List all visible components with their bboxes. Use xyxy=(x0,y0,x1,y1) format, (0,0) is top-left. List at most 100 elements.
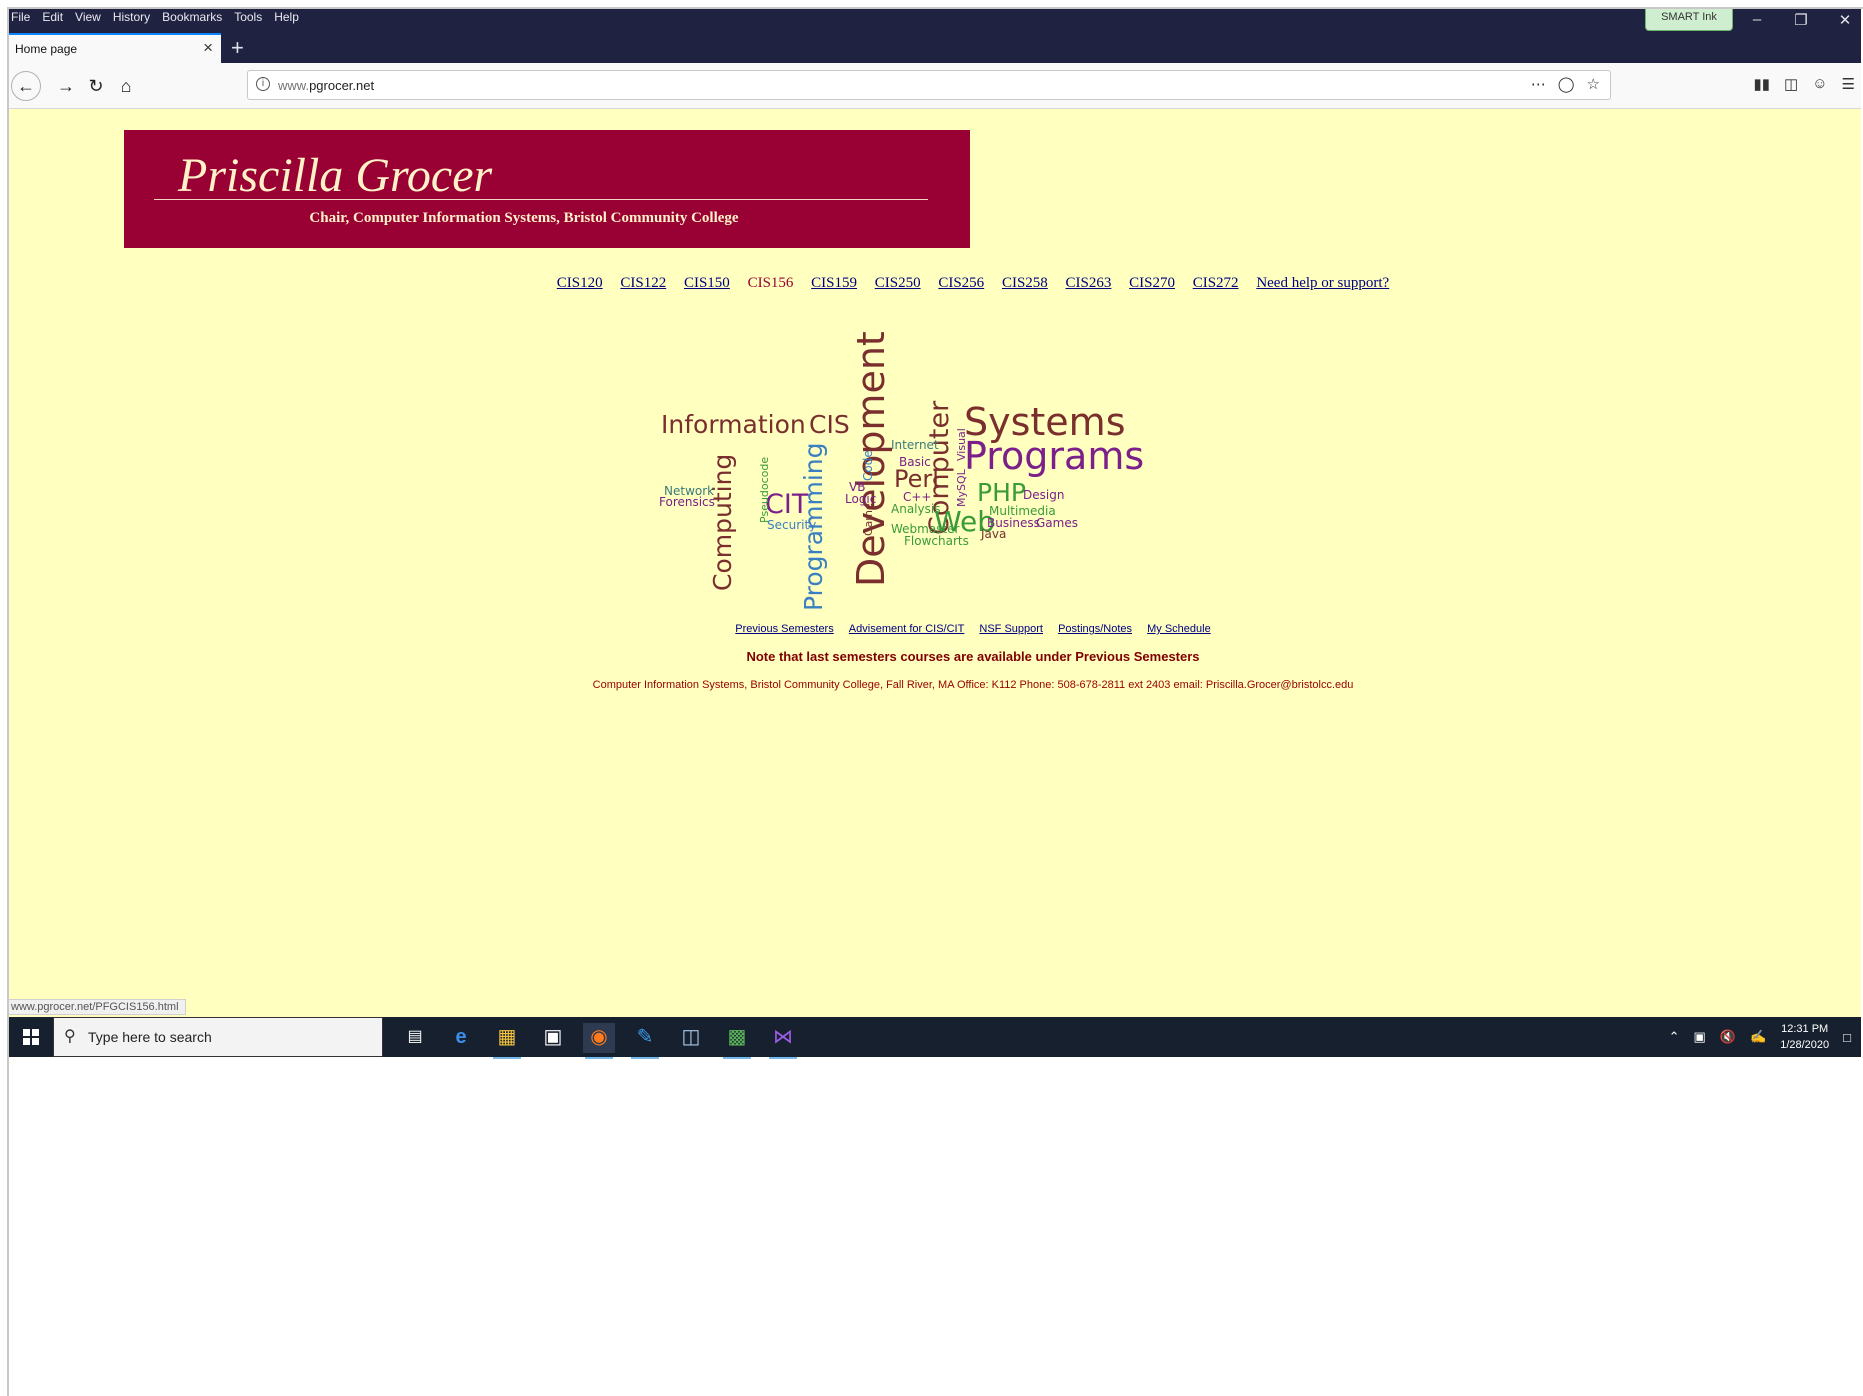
close-window-icon[interactable]: ✕ xyxy=(1825,11,1863,29)
course-link-cis258[interactable]: CIS258 xyxy=(1002,275,1048,291)
course-link-cis256[interactable]: CIS256 xyxy=(938,275,984,291)
cloud-word: Forensics xyxy=(659,495,715,509)
course-link-cis120[interactable]: CIS120 xyxy=(557,275,603,291)
minimize-icon[interactable]: – xyxy=(1737,11,1777,28)
menu-file[interactable]: File xyxy=(11,9,30,27)
search-placeholder: Type here to search xyxy=(88,1029,212,1045)
task-view-icon[interactable]: ▤ xyxy=(399,1023,431,1053)
account-icon[interactable]: ☺ xyxy=(1812,75,1827,93)
help-link[interactable]: Need help or support? xyxy=(1256,275,1389,291)
course-link-cis270[interactable]: CIS270 xyxy=(1129,275,1175,291)
cloud-word: Basic xyxy=(899,455,931,469)
pen-icon[interactable]: ✍ xyxy=(1750,1029,1766,1045)
clock-date: 1/28/2020 xyxy=(1780,1039,1830,1051)
course-link-cis150[interactable]: CIS150 xyxy=(684,275,730,291)
cloud-word: Games xyxy=(1036,516,1078,530)
cloud-word: Java xyxy=(980,527,1006,541)
cloud-word: MySQL xyxy=(955,468,968,507)
footer-links: Previous Semesters Advisement for CIS/CI… xyxy=(9,623,1861,635)
menu-bookmarks[interactable]: Bookmarks xyxy=(162,9,222,27)
cloud-word: Code xyxy=(861,450,875,481)
home-icon[interactable]: ⌂ xyxy=(111,71,141,101)
notifications-icon[interactable]: □ xyxy=(1843,1030,1851,1045)
start-button[interactable] xyxy=(9,1017,53,1057)
hamburger-menu-icon[interactable]: ☰ xyxy=(1842,75,1855,93)
menu-view[interactable]: View xyxy=(75,9,101,27)
site-info-icon[interactable]: i xyxy=(256,77,270,91)
back-icon[interactable]: ← xyxy=(11,71,41,101)
advisement-link[interactable]: Advisement for CIS/CIT xyxy=(849,623,965,635)
app-icon[interactable]: ◫ xyxy=(675,1023,707,1053)
url-text[interactable]: www.pgrocer.net xyxy=(278,78,374,93)
network-icon[interactable]: ▣ xyxy=(1694,1029,1706,1045)
volume-mute-icon[interactable]: 🔇 xyxy=(1720,1029,1736,1045)
cloud-word: Flowcharts xyxy=(904,534,969,548)
cloud-word: Design xyxy=(1023,488,1064,502)
semester-note: Note that last semesters courses are ava… xyxy=(746,649,1200,664)
cloud-word: Computing xyxy=(708,454,737,591)
header-banner: Priscilla Grocer Chair, Computer Informa… xyxy=(124,130,970,248)
pocket-icon[interactable]: ◯ xyxy=(1558,75,1575,93)
windows-taskbar: ⚲ Type here to search ▤ e ▦ ▣ ◉ ✎ ◫ ▩ ⋈ … xyxy=(9,1017,1861,1059)
notepad-icon[interactable]: ✎ xyxy=(629,1023,661,1059)
course-links: CIS120 CIS122 CIS150 CIS156 CIS159 CIS25… xyxy=(9,275,1861,292)
page-title: Priscilla Grocer xyxy=(178,149,493,202)
course-link-cis159[interactable]: CIS159 xyxy=(811,275,857,291)
previous-semesters-link[interactable]: Previous Semesters xyxy=(735,623,833,635)
address-bar[interactable]: i www.pgrocer.net ⋯ ◯ ☆ xyxy=(247,70,1611,100)
cloud-word: Security xyxy=(767,518,816,532)
sidebar-icon[interactable]: ◫ xyxy=(1784,75,1798,93)
cloud-word: VB xyxy=(849,480,865,494)
cloud-word: Visual xyxy=(955,428,968,461)
course-link-cis122[interactable]: CIS122 xyxy=(620,275,666,291)
banner-divider xyxy=(154,199,928,200)
cloud-word: Internet xyxy=(891,438,939,452)
menu-edit[interactable]: Edit xyxy=(42,9,63,27)
file-explorer-icon[interactable]: ▦ xyxy=(491,1023,523,1059)
menu-bar: File Edit View History Bookmarks Tools H… xyxy=(9,9,299,27)
smart-ink-toolbar[interactable]: SMART Ink xyxy=(1645,9,1733,31)
chevron-up-icon[interactable]: ⌃ xyxy=(1669,1029,1680,1045)
cloud-word: CIS xyxy=(809,410,850,439)
menu-tools[interactable]: Tools xyxy=(234,9,262,27)
clock-time: 12:31 PM xyxy=(1781,1023,1829,1035)
cloud-word: CIT xyxy=(765,489,809,520)
edge-icon[interactable]: e xyxy=(445,1023,477,1053)
status-url: www.pgrocer.net/PFGCIS156.html xyxy=(9,999,186,1015)
course-link-cis263[interactable]: CIS263 xyxy=(1066,275,1112,291)
postings-notes-link[interactable]: Postings/Notes xyxy=(1058,623,1132,635)
firefox-icon[interactable]: ◉ xyxy=(583,1023,615,1059)
tab-home-page[interactable]: Home page × xyxy=(9,33,221,63)
cloud-word: Analysis xyxy=(891,502,940,516)
system-tray: ⌃ ▣ 🔇 ✍ 12:31 PM 1/28/2020 □ xyxy=(1669,1017,1851,1057)
page-actions-icon[interactable]: ⋯ xyxy=(1531,75,1546,93)
forward-icon[interactable]: → xyxy=(51,71,81,101)
tab-title: Home page xyxy=(15,42,78,56)
nsf-support-link[interactable]: NSF Support xyxy=(979,623,1043,635)
bookmark-star-icon[interactable]: ☆ xyxy=(1587,75,1600,93)
store-icon[interactable]: ▣ xyxy=(537,1023,569,1053)
cloud-word: Information xyxy=(661,410,806,439)
new-tab-icon[interactable]: + xyxy=(231,35,244,61)
restore-icon[interactable]: ❐ xyxy=(1781,11,1821,29)
navigation-bar: ← → ↻ ⌂ i www.pgrocer.net ⋯ ◯ ☆ ▮▮ ◫ ☺ ☰ xyxy=(9,63,1861,109)
cloud-word: Pseudocode xyxy=(758,457,771,523)
library-icon[interactable]: ▮▮ xyxy=(1754,75,1771,93)
menu-help[interactable]: Help xyxy=(274,9,299,27)
contact-info: Computer Information Systems, Bristol Co… xyxy=(592,679,1354,691)
tab-close-icon[interactable]: × xyxy=(203,38,213,58)
visual-studio-icon[interactable]: ⋈ xyxy=(767,1023,799,1059)
clock[interactable]: 12:31 PM 1/28/2020 xyxy=(1780,1021,1829,1053)
course-link-cis272[interactable]: CIS272 xyxy=(1193,275,1239,291)
taskbar-search[interactable]: ⚲ Type here to search xyxy=(53,1017,383,1057)
cloud-word: Game xyxy=(862,503,875,536)
course-link-cis250[interactable]: CIS250 xyxy=(875,275,921,291)
course-link-cis156[interactable]: CIS156 xyxy=(748,275,794,291)
reload-icon[interactable]: ↻ xyxy=(81,71,111,101)
cloud-word: Perl xyxy=(894,465,939,493)
word-cloud-image: Information CIS Systems Programs Develop… xyxy=(659,331,1144,611)
my-schedule-link[interactable]: My Schedule xyxy=(1147,623,1211,635)
cloud-word: Logic xyxy=(845,492,876,506)
menu-history[interactable]: History xyxy=(113,9,150,27)
app-icon[interactable]: ▩ xyxy=(721,1023,753,1059)
